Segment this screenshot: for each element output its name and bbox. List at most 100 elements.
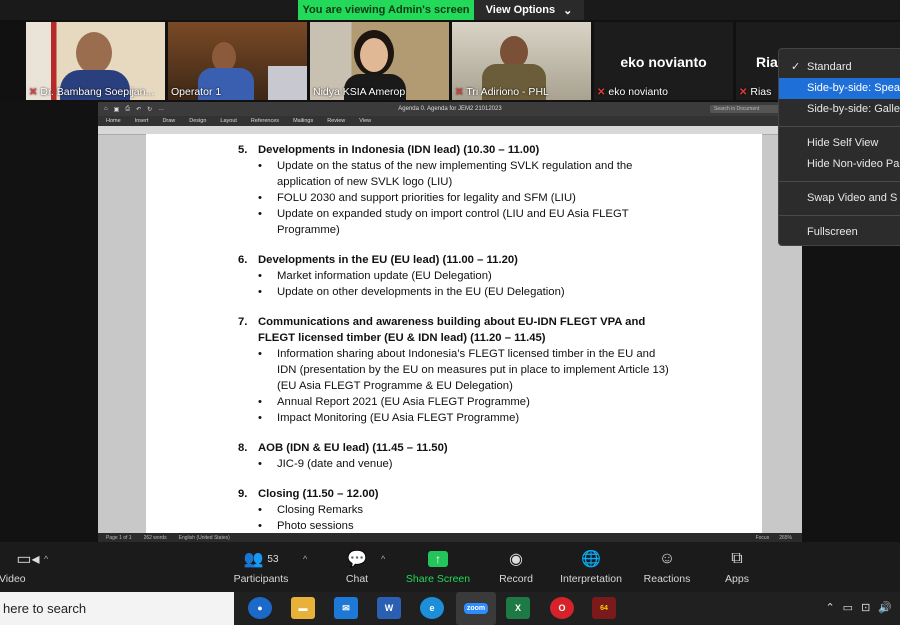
opera-browser-icon[interactable]: O — [550, 597, 574, 619]
menu-divider — [779, 181, 900, 182]
menu-item-side-by-side-gallery[interactable]: Side-by-side: Galle — [779, 99, 900, 120]
menu-item-label: Hide Self View — [807, 137, 879, 149]
agenda-section-heading: 7. Communications and awareness building … — [238, 314, 762, 346]
agenda-section-heading: 5. Developments in Indonesia (IDN lead) (… — [238, 142, 762, 158]
tab-review[interactable]: Review — [327, 118, 345, 124]
word-window: ⌂ ▣ ⎙ ↶ ↻ … Agenda 0. Agenda for JEM2 21… — [98, 102, 802, 542]
system-tray: ⌃ ▭ ⊡ 🔊 — [825, 601, 892, 614]
word-status-bar: Page 1 of 1 262 words English (United St… — [98, 533, 802, 542]
participant-count: 53 — [267, 553, 279, 565]
document-page[interactable]: 5. Developments in Indonesia (IDN lead) (… — [146, 134, 762, 534]
edge-browser-icon[interactable]: e — [420, 597, 444, 619]
agenda-section-number: 5. — [238, 144, 248, 156]
menu-divider — [779, 215, 900, 216]
apps-button[interactable]: ⧉ Apps — [692, 548, 782, 585]
word-app-icon[interactable]: W — [377, 597, 401, 619]
participant-name: Tri Adiriono - PHL — [466, 86, 549, 98]
video-label: op Video — [0, 573, 26, 585]
menu-item-label: Swap Video and S — [807, 192, 898, 204]
participant-display-name: eko novianto — [620, 54, 707, 70]
agenda-bullet-text: Market information update (EU Delegation… — [277, 270, 492, 282]
tab-draw[interactable]: Draw — [162, 118, 175, 124]
participant-tile[interactable]: eko novianto ✕ eko novianto — [594, 22, 733, 100]
agenda-section: 8. AOB (IDN & EU lead) (11.45 – 11.50) • JI… — [238, 440, 762, 472]
participants-label: Participants — [233, 573, 289, 585]
participant-tile[interactable]: ✕ Dr. Bambang Soepijan... — [26, 22, 165, 100]
agenda-bullet-item: • Information sharing about Indonesia’s F… — [238, 346, 762, 394]
viewing-screen-label: You are viewing Admin's screen — [298, 0, 474, 20]
menu-item-swap-video[interactable]: Swap Video and S — [779, 188, 900, 209]
agenda-bullet-text: Impact Monitoring (EU Asia FLEGT Program… — [277, 412, 520, 424]
tab-references[interactable]: References — [251, 118, 279, 124]
word-count[interactable]: 262 words — [144, 535, 167, 541]
screen-share-banner: You are viewing Admin's screen View Opti… — [298, 0, 584, 20]
chat-icon: 💬 — [347, 551, 367, 568]
people-app-icon[interactable]: ● — [248, 597, 272, 619]
bullet-icon: • — [258, 160, 262, 172]
excel-app-icon[interactable]: X — [506, 597, 530, 619]
network-icon[interactable]: ⊡ — [861, 601, 870, 614]
menu-item-standard[interactable]: ✓ Standard — [779, 57, 900, 78]
bullet-icon: • — [258, 504, 262, 516]
video-options-caret[interactable]: ^ — [44, 554, 48, 564]
menu-item-hide-self-view[interactable]: Hide Self View — [779, 133, 900, 154]
participant-tile[interactable]: ✕ Tri Adiriono - PHL — [452, 22, 591, 100]
chevron-up-icon[interactable]: ⌃ — [825, 601, 834, 614]
menu-item-hide-non-video[interactable]: Hide Non-video Pa — [779, 154, 900, 175]
menu-item-label: Hide Non-video Pa — [807, 158, 900, 170]
mail-icon[interactable]: ✉ — [334, 597, 358, 619]
agenda-section-number: 9. — [238, 488, 248, 500]
file-explorer-icon[interactable]: ▬ — [291, 597, 315, 619]
taskbar-search-input[interactable]: here to search — [0, 592, 234, 625]
shared-screen-area: ⌂ ▣ ⎙ ↶ ↻ … Agenda 0. Agenda for JEM2 21… — [0, 102, 900, 542]
bullet-icon: • — [258, 412, 262, 424]
participant-tile[interactable]: Operator 1 — [168, 22, 307, 100]
agenda-section-heading: 8. AOB (IDN & EU lead) (11.45 – 11.50) — [238, 440, 762, 456]
zoom-app-icon[interactable]: zoom — [456, 592, 496, 625]
menu-item-label: Standard — [807, 61, 852, 73]
chat-options-caret[interactable]: ^ — [381, 554, 385, 564]
notification-app-icon[interactable]: 64 — [592, 597, 616, 619]
agenda-bullet-text: Photo sessions — [277, 520, 354, 532]
view-options-button[interactable]: View Options ⌄ — [474, 0, 584, 20]
agenda-bullet-text: Information sharing about Indonesia’s FL… — [277, 348, 669, 392]
menu-item-label: Side-by-side: Spea — [807, 82, 900, 94]
participant-tile-active-speaker[interactable]: Nidya KSIA Amerop — [310, 22, 449, 100]
participant-name: Rias — [750, 86, 772, 98]
tab-layout[interactable]: Layout — [220, 118, 237, 124]
tab-view[interactable]: View — [359, 118, 371, 124]
apps-label: Apps — [725, 573, 749, 585]
agenda-section-title: Developments in Indonesia (IDN lead) (10… — [258, 144, 540, 156]
participants-options-caret[interactable]: ^ — [303, 554, 307, 564]
volume-icon[interactable]: 🔊 — [878, 601, 892, 614]
agenda-bullet-item: • Update on other developments in the EU … — [238, 284, 762, 300]
agenda-bullet-item: • Closing Remarks — [238, 502, 762, 518]
mic-muted-icon: ✕ — [29, 86, 38, 98]
agenda-bullet-item: • Annual Report 2021 (EU Asia FLEGT Progr… — [238, 394, 762, 410]
agenda-section: 5. Developments in Indonesia (IDN lead) (… — [238, 142, 762, 238]
meeting-toolbar: ▭◂ op Video ^ 👥53 Participants ^ 💬 Chat … — [0, 542, 900, 592]
agenda-bullet-text: Closing Remarks — [277, 504, 364, 516]
chevron-down-icon: ⌄ — [563, 4, 573, 17]
screen-icon[interactable]: ▭ — [843, 601, 853, 614]
chat-button[interactable]: 💬 Chat — [312, 548, 402, 585]
agenda-section: 7. Communications and awareness building … — [238, 314, 762, 426]
tab-insert[interactable]: Insert — [135, 118, 149, 124]
participants-button[interactable]: 👥 53 Participants — [216, 548, 306, 585]
mic-muted-icon: ✕ — [597, 86, 606, 98]
agenda-bullet-text: Update on expanded study on import contr… — [277, 208, 629, 236]
share-screen-button[interactable]: ↑ Share Screen — [393, 548, 483, 585]
language-status[interactable]: English (United States) — [179, 535, 230, 541]
menu-item-label: Fullscreen — [807, 226, 858, 238]
tab-design[interactable]: Design — [189, 118, 206, 124]
agenda-bullet-text: Update on other developments in the EU (… — [277, 286, 565, 298]
mic-muted-icon: ✕ — [739, 86, 748, 98]
video-button[interactable]: ▭◂ op Video — [0, 548, 50, 585]
tab-mailings[interactable]: Mailings — [293, 118, 313, 124]
focus-button[interactable]: Focus — [756, 535, 770, 541]
menu-item-side-by-side-speaker[interactable]: Side-by-side: Spea — [779, 78, 900, 99]
menu-item-fullscreen[interactable]: Fullscreen — [779, 222, 900, 243]
mic-muted-icon: ✕ — [455, 86, 464, 98]
tab-home[interactable]: Home — [106, 118, 121, 124]
zoom-level[interactable]: 265% — [779, 535, 792, 541]
